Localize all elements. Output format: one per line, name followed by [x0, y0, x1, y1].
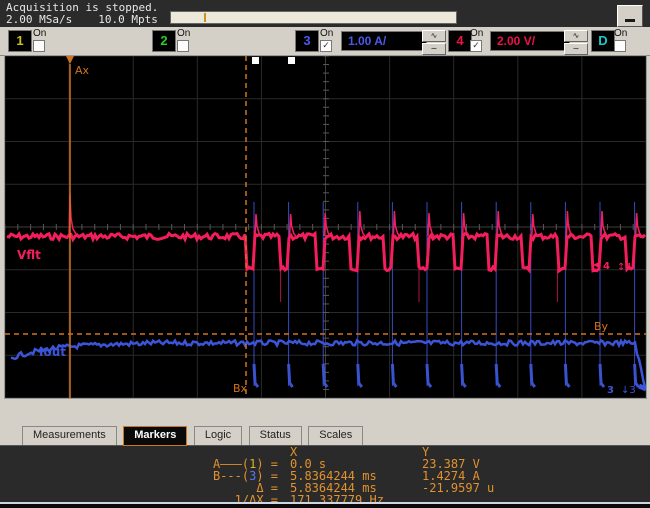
channel-2-on-checkbox[interactable]: [177, 40, 189, 52]
channel-3-on-checkbox[interactable]: [320, 40, 332, 52]
trace-iout-label: Iout: [39, 345, 66, 359]
ch4-ground-label: 4: [603, 261, 610, 272]
marker-ax-handle[interactable]: [66, 56, 74, 64]
channel-1-on-label: On: [33, 28, 47, 39]
acquisition-info: 2.00 MSa/s 10.0 Mpts: [6, 13, 184, 26]
memory-bar-tick: [204, 13, 206, 22]
channel-4-coupling-icon[interactable]: ∿: [564, 30, 588, 42]
event-mark-1: [252, 57, 259, 64]
channel-2-on-label: On: [177, 28, 191, 39]
tab-scales[interactable]: Scales: [308, 426, 364, 445]
channel-d-on-checkbox[interactable]: [614, 40, 626, 52]
bottom-strip: [0, 504, 650, 508]
channel-d-on-group: On: [614, 28, 640, 52]
marker-bx-label: Bx: [233, 382, 248, 395]
minimize-button[interactable]: [617, 5, 643, 27]
marker-by-label: By: [594, 320, 609, 333]
channel-3-button[interactable]: 3: [295, 30, 319, 52]
markers-readout-panel: XY A———(1) = 0.0 s 23.387 V B---(3) = 5.836…: [0, 446, 650, 506]
tab-logic[interactable]: Logic: [193, 426, 243, 445]
memory-bar[interactable]: [170, 11, 457, 24]
channel-3-waveform-icon[interactable]: ∼: [422, 43, 446, 55]
ch3-ground-label: 3: [607, 385, 614, 396]
channel-4-coupling-group: ∿ ∼: [564, 30, 588, 56]
marker-ax-label: Ax: [75, 64, 90, 77]
channel-1-on-checkbox[interactable]: [33, 40, 45, 52]
channel-3-coupling-group: ∿ ∼: [422, 30, 446, 56]
marker-delta-y-value: -21.9597 u: [422, 481, 495, 495]
event-mark-2: [288, 57, 295, 64]
status-bar: Acquisition is stopped. 2.00 MSa/s 10.0 M…: [0, 0, 650, 27]
channel-d-button[interactable]: D: [591, 30, 615, 52]
tab-markers[interactable]: Markers: [123, 426, 188, 446]
channel-2-on-group: On: [177, 28, 203, 52]
channel-1-button[interactable]: 1: [8, 30, 32, 52]
channel-3-scale-box[interactable]: 1.00 A/: [341, 31, 427, 51]
memory-depth: 10.0 Mpts: [98, 13, 158, 26]
ch3-edge-label: ↓3: [621, 385, 636, 396]
panel-tabs: Measurements Markers Logic Status Scales: [0, 426, 650, 446]
waveform-display[interactable]: Ax Bx By Vflt Iout ◀ 4 ↕4 3 ↓3: [4, 55, 647, 399]
channel-4-button[interactable]: 4: [448, 30, 472, 52]
bottom-toolbar: ↑ ∧ ∨ ∧ ∨ ↪ ☀ H 2.00 ms/ ∿ ∼ 7.992000000…: [0, 399, 650, 426]
trace-vflt-label: Vflt: [17, 248, 41, 262]
channel-4-on-checkbox[interactable]: [470, 40, 482, 52]
channel-2-button[interactable]: 2: [152, 30, 176, 52]
channel-bar: 1 On 2 On 3 On 1.00 A/ ∿ ∼ 4 On 2.00 V/ …: [0, 27, 650, 56]
tab-status[interactable]: Status: [248, 426, 302, 445]
oscilloscope-app: Acquisition is stopped. 2.00 MSa/s 10.0 M…: [0, 0, 650, 508]
ch4-trigger-label: ↕4: [617, 262, 632, 273]
minimize-icon: [625, 19, 635, 22]
channel-1-on-group: On: [33, 28, 59, 52]
sample-rate: 2.00 MSa/s: [6, 13, 73, 26]
channel-3-coupling-icon[interactable]: ∿: [422, 30, 446, 42]
marker-b-label: B---(: [212, 469, 250, 483]
channel-4-waveform-icon[interactable]: ∼: [564, 43, 588, 55]
waveform-display-frame: Ax Bx By Vflt Iout ◀ 4 ↕4 3 ↓3: [4, 55, 647, 399]
tab-measurements[interactable]: Measurements: [22, 426, 117, 445]
channel-4-scale-box[interactable]: 2.00 V/: [490, 31, 570, 51]
ch4-ground-arrow-icon: ◀: [593, 260, 600, 269]
channel-d-on-label: On: [614, 28, 628, 39]
